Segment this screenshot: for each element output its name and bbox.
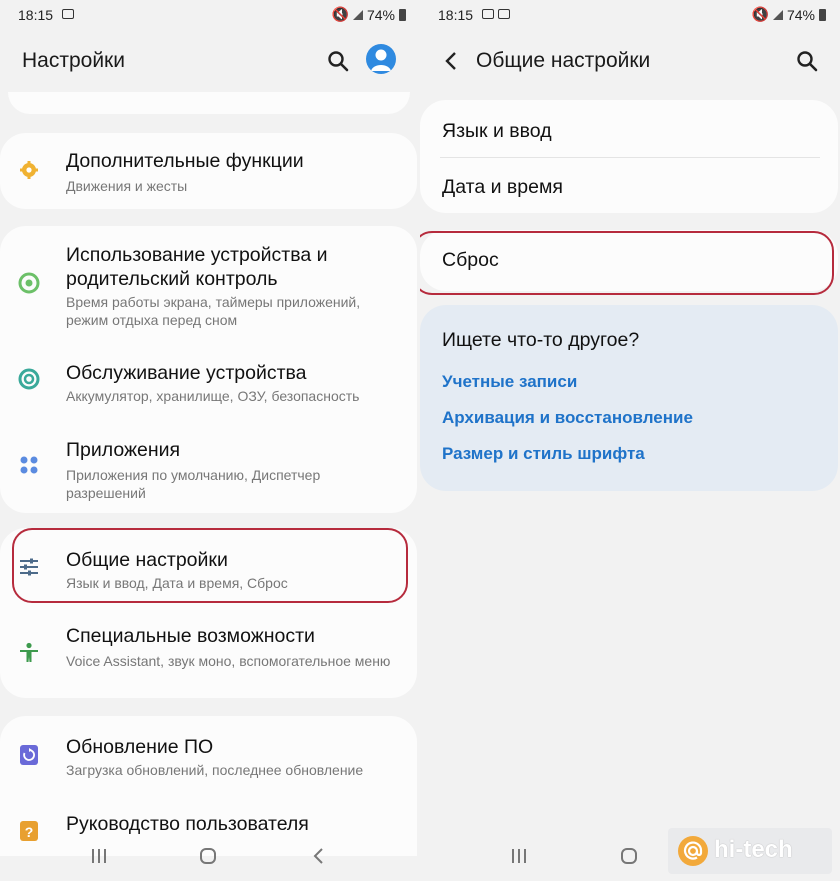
youtube-icon bbox=[62, 9, 74, 19]
accessibility-icon bbox=[18, 642, 40, 664]
battery-icon bbox=[819, 8, 826, 21]
settings-card-device: Использование устройства и родительский … bbox=[0, 226, 417, 513]
mute-icon: 🔇 bbox=[331, 6, 349, 22]
item-title: Обслуживание устройства bbox=[66, 362, 307, 384]
search-icon[interactable] bbox=[327, 50, 349, 77]
general-settings-card: Язык и ввод Дата и время bbox=[420, 100, 838, 213]
app-bar: Настройки bbox=[0, 40, 420, 84]
general-settings-screen: 18:15 🔇 74% Общие настройки Язык и ввод … bbox=[420, 0, 840, 881]
nav-bar bbox=[0, 837, 420, 881]
mute-icon: 🔇 bbox=[751, 6, 769, 22]
settings-item-device-care[interactable]: Обслуживание устройства Аккумулятор, хра… bbox=[0, 352, 417, 418]
notification-icons bbox=[62, 7, 74, 19]
highlight-reset bbox=[420, 231, 834, 295]
item-title: Использование устройства и родительский … bbox=[66, 244, 328, 290]
status-time: 18:15 bbox=[18, 7, 54, 23]
settings-card-advanced: Дополнительные функции Движения и жесты bbox=[0, 133, 417, 209]
recents-icon[interactable] bbox=[510, 847, 528, 871]
avatar[interactable] bbox=[366, 44, 396, 74]
page-title: Настройки bbox=[22, 49, 125, 72]
looking-for-something-card: Ищете что-то другое? Учетные записи Архи… bbox=[420, 305, 838, 491]
settings-item-advanced-features[interactable]: Дополнительные функции Движения и жесты bbox=[0, 133, 417, 209]
settings-item-apps[interactable]: Приложения Приложения по умолчанию, Дисп… bbox=[0, 430, 417, 510]
software-update-icon bbox=[18, 744, 40, 766]
status-right: 🔇 74% bbox=[752, 6, 826, 23]
back-icon[interactable] bbox=[311, 847, 325, 871]
hi-tech-watermark: hi-tech bbox=[668, 828, 832, 874]
status-bar: 18:15 🔇 74% bbox=[0, 0, 420, 30]
settings-item-accessibility[interactable]: Специальные возможности Voice Assistant,… bbox=[0, 618, 417, 698]
status-time: 18:15 bbox=[438, 7, 474, 23]
home-icon[interactable] bbox=[620, 847, 638, 871]
search-icon[interactable] bbox=[796, 50, 818, 77]
suggestions-heading: Ищете что-то другое? bbox=[442, 329, 640, 351]
item-subtitle: Движения и жесты bbox=[66, 178, 188, 194]
item-subtitle: Загрузка обновлений, последнее обновлени… bbox=[66, 762, 364, 778]
item-subtitle: Аккумулятор, хранилище, ОЗУ, безопасност… bbox=[66, 388, 360, 404]
status-bar: 18:15 🔇 74% bbox=[420, 0, 840, 30]
recents-icon[interactable] bbox=[90, 847, 108, 871]
settings-item-software-update[interactable]: Обновление ПО Загрузка обновлений, после… bbox=[0, 716, 417, 790]
notification-icons bbox=[482, 7, 510, 19]
signal-icon bbox=[772, 9, 783, 20]
language-input-item[interactable]: Язык и ввод bbox=[442, 120, 552, 143]
link-accounts[interactable]: Учетные записи bbox=[442, 372, 577, 392]
highlight-general-settings bbox=[12, 528, 408, 603]
item-title: Обновление ПО bbox=[66, 736, 214, 758]
device-care-icon bbox=[18, 368, 40, 390]
settings-item-digital-wellbeing[interactable]: Использование устройства и родительский … bbox=[0, 226, 417, 336]
watermark-text: hi-tech bbox=[714, 836, 793, 863]
battery-percent: 74% bbox=[366, 6, 395, 23]
divider bbox=[440, 157, 820, 158]
link-backup-restore[interactable]: Архивация и восстановление bbox=[442, 408, 693, 428]
battery-percent: 74% bbox=[786, 6, 815, 23]
status-right: 🔇 74% bbox=[332, 6, 406, 23]
settings-card-partial bbox=[8, 92, 410, 114]
item-subtitle: Приложения по умолчанию, Диспетчер разре… bbox=[66, 467, 321, 501]
gear-icon bbox=[18, 159, 40, 181]
battery-icon bbox=[399, 8, 406, 21]
at-logo-icon bbox=[678, 836, 708, 866]
page-title: Общие настройки bbox=[476, 49, 651, 72]
item-title: Приложения bbox=[66, 439, 181, 461]
back-arrow-icon[interactable] bbox=[444, 51, 458, 76]
settings-card-update: Обновление ПО Загрузка обновлений, после… bbox=[0, 716, 417, 856]
wellbeing-icon bbox=[18, 272, 40, 294]
settings-screen: 18:15 🔇 74% Настройки Дополнительные фун… bbox=[0, 0, 420, 881]
item-title: Дополнительные функции bbox=[66, 150, 304, 172]
signal-icon bbox=[352, 9, 363, 20]
link-font-size-style[interactable]: Размер и стиль шрифта bbox=[442, 444, 645, 464]
item-subtitle: Voice Assistant, звук моно, вспомогатель… bbox=[66, 653, 391, 669]
item-title: Руководство пользователя bbox=[66, 813, 309, 835]
home-icon[interactable] bbox=[199, 847, 217, 871]
item-subtitle: Время работы экрана, таймеры приложений,… bbox=[66, 294, 361, 328]
date-time-item[interactable]: Дата и время bbox=[442, 176, 563, 199]
app-bar: Общие настройки bbox=[420, 40, 840, 84]
youtube-icon bbox=[498, 9, 510, 19]
gallery-icon bbox=[482, 9, 494, 19]
apps-icon bbox=[18, 454, 40, 476]
item-title: Специальные возможности bbox=[66, 625, 315, 647]
